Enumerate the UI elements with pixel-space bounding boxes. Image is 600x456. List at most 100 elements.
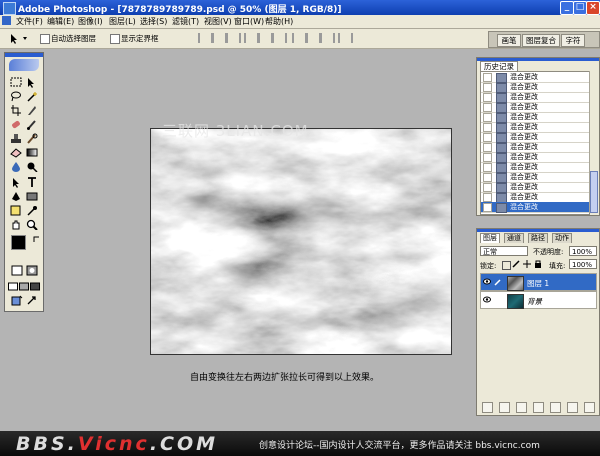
menu-window[interactable]: 窗口(W) [234, 16, 264, 27]
new-group-icon[interactable] [550, 402, 561, 413]
maximize-button[interactable]: □ [573, 1, 587, 15]
zoom-tool-icon[interactable] [26, 219, 38, 230]
document-canvas[interactable] [150, 128, 452, 355]
type-tool-icon[interactable] [26, 177, 38, 188]
history-snapshot-checkbox[interactable] [483, 123, 492, 132]
show-bounding-box-checkbox[interactable] [110, 34, 120, 44]
history-snapshot-checkbox[interactable] [483, 203, 492, 212]
align-left-button[interactable] [244, 33, 259, 43]
align-bottom-button[interactable] [226, 33, 241, 43]
notes-tool-icon[interactable] [10, 205, 22, 216]
eraser-tool-icon[interactable] [10, 147, 22, 158]
link-layers-icon[interactable] [482, 402, 493, 413]
menu-filter[interactable]: 滤镜(T) [172, 16, 199, 27]
full-screen-menu-mode-icon[interactable] [19, 281, 29, 292]
history-snapshot-checkbox[interactable] [483, 183, 492, 192]
lasso-tool-icon[interactable] [10, 91, 22, 102]
clone-stamp-tool-icon[interactable] [10, 133, 22, 144]
lock-all-icon[interactable] [534, 260, 542, 268]
blur-tool-icon[interactable] [10, 161, 22, 172]
lock-transparency-icon[interactable] [502, 261, 511, 270]
path-selection-tool-icon[interactable] [10, 177, 22, 188]
distribute-left-button[interactable] [338, 33, 353, 43]
menu-layer[interactable]: 图层(L) [109, 16, 136, 27]
align-vcenter-button[interactable] [212, 33, 227, 43]
tab-actions[interactable]: 动作 [552, 233, 572, 243]
close-button[interactable]: × [586, 1, 600, 15]
menu-image[interactable]: 图像(I) [78, 16, 103, 27]
history-brush-tool-icon[interactable] [26, 133, 38, 144]
jump-to-imageready-icon[interactable] [26, 295, 38, 306]
tab-history[interactable]: 历史记录 [480, 61, 518, 71]
healing-brush-tool-icon[interactable] [10, 119, 22, 130]
history-snapshot-checkbox[interactable] [483, 173, 492, 182]
foreground-color-swatch[interactable] [11, 235, 26, 250]
menu-help[interactable]: 帮助(H) [265, 16, 293, 27]
history-snapshot-checkbox[interactable] [483, 153, 492, 162]
brush-tool-icon[interactable] [26, 119, 38, 130]
adobe-online-feather-icon[interactable] [9, 59, 39, 71]
move-tool-preset-icon[interactable] [8, 32, 30, 45]
tab-character[interactable]: 字符 [561, 34, 585, 47]
toolbox-titlebar[interactable] [5, 53, 43, 57]
new-layer-icon[interactable] [567, 402, 578, 413]
crop-tool-icon[interactable] [10, 105, 22, 116]
layer-visibility-eye-icon[interactable] [483, 278, 491, 285]
menu-view[interactable]: 视图(V) [204, 16, 232, 27]
history-scrollbar[interactable] [589, 71, 598, 213]
align-hcenter-button[interactable] [258, 33, 273, 43]
history-snapshot-checkbox[interactable] [483, 113, 492, 122]
tab-brushes[interactable]: 画笔 [497, 34, 521, 47]
standard-screen-mode-icon[interactable] [8, 281, 18, 292]
menu-edit[interactable]: 编辑(E) [47, 16, 74, 27]
history-state-row[interactable]: 混合更改 [481, 202, 589, 213]
tab-layers[interactable]: 图层 [480, 233, 500, 243]
magic-wand-tool-icon[interactable] [26, 91, 38, 102]
history-scroll-thumb[interactable] [590, 171, 598, 213]
history-snapshot-checkbox[interactable] [483, 73, 492, 82]
align-top-button[interactable] [198, 33, 213, 43]
marquee-tool-icon[interactable] [10, 77, 22, 88]
delete-layer-icon[interactable] [584, 402, 595, 413]
history-snapshot-checkbox[interactable] [483, 133, 492, 142]
standard-mode-icon[interactable] [11, 265, 23, 276]
layer-row[interactable]: 图层 1 [480, 273, 597, 291]
layer-style-icon[interactable] [499, 402, 510, 413]
history-snapshot-checkbox[interactable] [483, 93, 492, 102]
hand-tool-icon[interactable] [10, 219, 22, 230]
menu-select[interactable]: 选择(S) [140, 16, 167, 27]
document-menu-icon[interactable] [2, 16, 11, 25]
gradient-tool-icon[interactable] [26, 147, 38, 158]
layer-visibility-eye-icon[interactable] [483, 296, 491, 303]
move-tool-icon[interactable] [26, 77, 38, 88]
history-snapshot-checkbox[interactable] [483, 163, 492, 172]
dodge-tool-icon[interactable] [26, 161, 38, 172]
new-fill-adjustment-icon[interactable] [533, 402, 544, 413]
pen-tool-icon[interactable] [10, 191, 22, 202]
history-snapshot-checkbox[interactable] [483, 143, 492, 152]
history-snapshot-checkbox[interactable] [483, 103, 492, 112]
layers-panel-titlebar[interactable] [477, 229, 599, 232]
imageready-icon[interactable] [11, 295, 23, 306]
tab-channels[interactable]: 通道 [504, 233, 524, 243]
opacity-input[interactable]: 100% [569, 246, 597, 256]
tab-layer-comps[interactable]: 图层复合 [522, 34, 560, 47]
swap-colors-icon[interactable] [33, 235, 41, 243]
tab-paths[interactable]: 路径 [528, 233, 548, 243]
rectangle-tool-icon[interactable] [26, 191, 38, 202]
layer-row[interactable]: 背景 [480, 291, 597, 309]
menu-file[interactable]: 文件(F) [16, 16, 43, 27]
distribute-top-button[interactable] [292, 33, 307, 43]
minimize-button[interactable]: _ [560, 1, 574, 15]
align-right-button[interactable] [272, 33, 287, 43]
fill-input[interactable]: 100% [569, 259, 597, 269]
quick-mask-mode-icon[interactable] [26, 265, 38, 276]
blend-mode-select[interactable]: 正常 [480, 246, 528, 256]
slice-tool-icon[interactable] [26, 105, 38, 116]
history-snapshot-checkbox[interactable] [483, 193, 492, 202]
distribute-bottom-button[interactable] [320, 33, 335, 43]
history-snapshot-checkbox[interactable] [483, 83, 492, 92]
full-screen-mode-icon[interactable] [30, 281, 40, 292]
lock-position-icon[interactable] [523, 260, 531, 268]
add-mask-icon[interactable] [516, 402, 527, 413]
